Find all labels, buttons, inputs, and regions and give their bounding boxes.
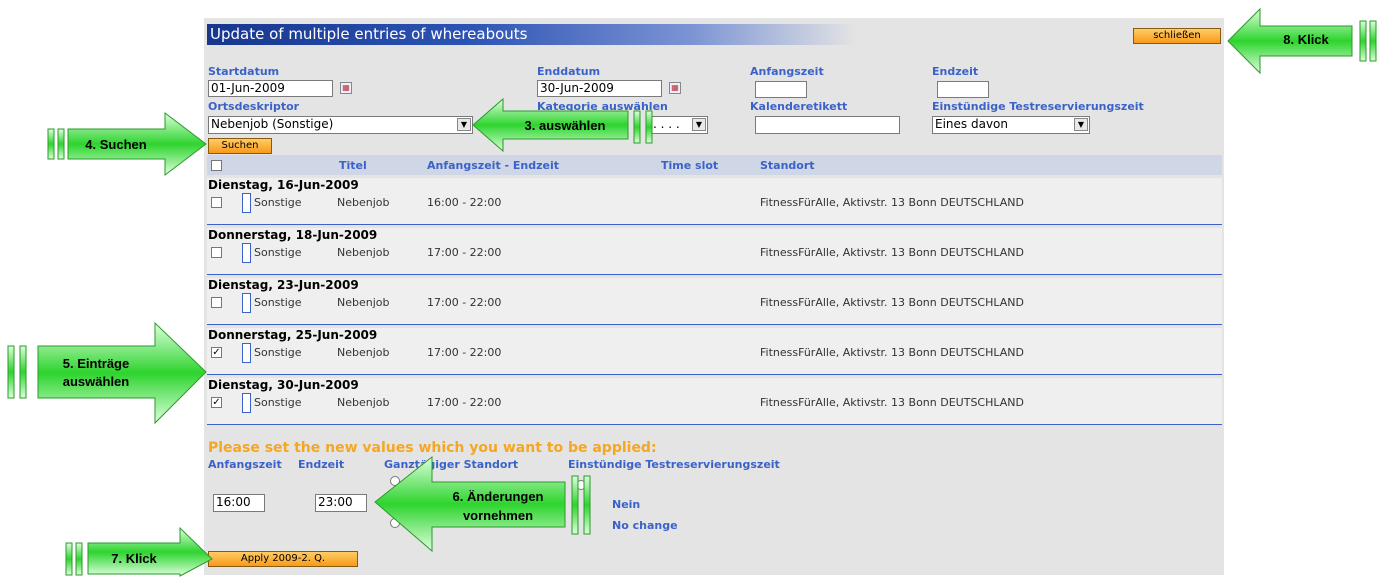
- callout-label-3: 3. auswählen: [524, 118, 606, 133]
- callout-arrow-5: [7, 321, 207, 425]
- callout-label-6b: vornehmen: [462, 508, 534, 523]
- callout-label-6a: 6. Änderungen: [452, 489, 544, 504]
- callout-label-7: 7. Klick: [111, 551, 157, 566]
- callout-label-4: 4. Suchen: [85, 137, 147, 152]
- callout-label-8: 8. Klick: [1283, 32, 1329, 47]
- callout-overlay: [7, 7, 1377, 577]
- callout-label-5b: auswählen: [62, 374, 130, 389]
- callout-label-5a: 5. Einträge: [62, 356, 130, 371]
- callout-arrow-6: [374, 455, 591, 553]
